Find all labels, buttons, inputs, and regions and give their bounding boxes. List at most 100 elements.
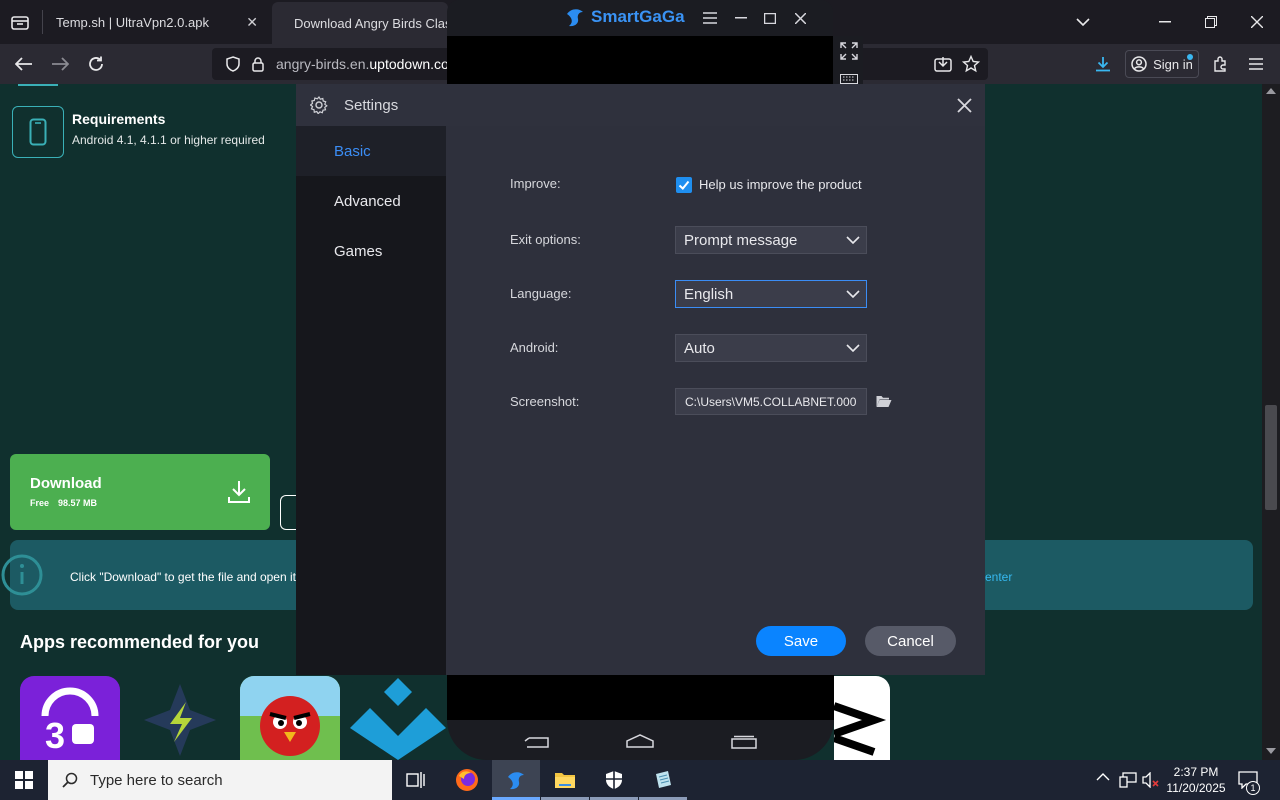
keyboard-icon[interactable] <box>840 74 858 84</box>
screenshot-path-value: C:\Users\VM5.COLLABNET.000 <box>685 394 857 409</box>
tab-games[interactable]: Games <box>296 226 446 276</box>
tab-temp-sh[interactable]: Temp.sh | UltraVpn2.0.apk ✕ <box>44 0 270 44</box>
clock-date: 11/20/2025 <box>1166 781 1226 795</box>
close-window-icon[interactable] <box>1242 7 1272 37</box>
emulator-screen-bottom[interactable] <box>447 675 834 720</box>
shield-icon[interactable] <box>226 56 240 72</box>
tab-title: Download Angry Birds Class <box>294 15 448 31</box>
tab-close-icon[interactable]: ✕ <box>246 14 258 31</box>
tab-title: Temp.sh | UltraVpn2.0.apk <box>56 14 209 30</box>
notification-dot-icon <box>1187 54 1193 60</box>
exit-options-select[interactable]: Prompt message <box>675 226 867 254</box>
fullscreen-icon[interactable] <box>840 42 858 60</box>
app-tile-video-call[interactable]: 3 <box>20 676 120 760</box>
smartgaga-bird-icon <box>565 6 585 28</box>
android-home-icon[interactable] <box>626 733 654 749</box>
svg-text:3: 3 <box>45 715 65 756</box>
smartgaga-maximize-icon[interactable] <box>755 3 785 33</box>
scrollbar-thumb[interactable] <box>1265 405 1277 510</box>
chevron-down-icon <box>846 236 860 244</box>
android-value: Auto <box>684 339 715 357</box>
tab-basic-label: Basic <box>334 142 371 160</box>
smartgaga-close-icon[interactable] <box>785 3 815 33</box>
chevron-down-icon <box>846 344 860 352</box>
folder-icon[interactable] <box>876 395 892 408</box>
android-back-icon[interactable] <box>523 735 551 749</box>
gear-icon <box>310 96 328 114</box>
divider <box>18 84 58 86</box>
app-tile-diamond[interactable] <box>350 676 447 760</box>
app-tile-angry-birds[interactable] <box>240 676 340 760</box>
info-icon <box>0 553 46 597</box>
show-hidden-icons-icon[interactable] <box>1096 773 1110 781</box>
windows-security-icon[interactable] <box>590 760 638 800</box>
account-icon <box>1131 56 1147 72</box>
screenshot-label: Screenshot: <box>510 394 580 409</box>
taskbar-search-input[interactable]: Type here to search <box>48 760 392 800</box>
url-text: angry-birds.en.uptodown.co <box>276 56 449 72</box>
app-tile-star[interactable] <box>130 676 230 760</box>
app-tile-capcut[interactable] <box>834 676 890 760</box>
downloads-icon[interactable] <box>1088 49 1118 79</box>
url-prefix: angry-birds.en. <box>276 56 370 72</box>
download-label: Download <box>30 475 102 492</box>
scroll-up-icon[interactable] <box>1266 88 1276 94</box>
smartgaga-logo: SmartGaGa <box>565 6 685 28</box>
improve-label: Improve: <box>510 176 561 191</box>
info-text: Click "Download" to get the file and ope… <box>70 570 296 584</box>
volume-muted-icon[interactable] <box>1142 772 1160 788</box>
extensions-icon[interactable] <box>1205 49 1235 79</box>
search-placeholder: Type here to search <box>90 771 223 789</box>
bookmark-star-icon[interactable] <box>956 49 986 79</box>
recommended-title: Apps recommended for you <box>20 632 260 652</box>
screenshot-path-input[interactable]: C:\Users\VM5.COLLABNET.000 <box>675 388 867 415</box>
start-button[interactable] <box>0 760 48 800</box>
improve-checkbox-label[interactable]: Help us improve the product <box>699 177 862 192</box>
tab-divider <box>42 10 43 34</box>
android-recents-icon[interactable] <box>730 735 758 749</box>
download-button[interactable]: Download Free 98.57 MB <box>10 454 270 530</box>
save-label: Save <box>783 632 819 650</box>
lock-icon[interactable] <box>252 56 264 72</box>
scroll-down-icon[interactable] <box>1266 748 1276 754</box>
tab-angry-birds[interactable]: Download Angry Birds Class <box>272 2 448 44</box>
android-select[interactable]: Auto <box>675 334 867 362</box>
tab-basic[interactable]: Basic <box>296 126 446 176</box>
tab-list-icon[interactable] <box>5 7 35 37</box>
language-label: Language: <box>510 286 572 301</box>
cancel-button[interactable]: Cancel <box>865 626 956 656</box>
notepad-app-icon[interactable] <box>639 760 687 800</box>
back-icon[interactable] <box>9 49 39 79</box>
android-label: Android: <box>510 340 559 355</box>
smartgaga-taskbar-icon[interactable] <box>492 760 540 800</box>
help-center-link[interactable]: enter <box>985 570 1012 584</box>
download-size: 98.57 MB <box>58 498 98 508</box>
settings-header: Settings <box>296 84 985 126</box>
emulator-screen[interactable] <box>447 36 833 86</box>
network-icon[interactable] <box>1119 772 1137 788</box>
clock-time: 2:37 PM <box>1173 765 1219 779</box>
smartgaga-minimize-icon[interactable] <box>726 3 756 33</box>
reload-icon[interactable] <box>81 49 111 79</box>
tab-advanced[interactable]: Advanced <box>296 176 446 226</box>
notification-badge: 1 <box>1246 781 1260 795</box>
smartgaga-menu-icon[interactable] <box>695 3 725 33</box>
settings-title: Settings <box>344 96 399 114</box>
forward-icon[interactable] <box>45 49 75 79</box>
firefox-icon[interactable] <box>443 760 491 800</box>
file-explorer-icon[interactable] <box>541 760 589 800</box>
minimize-icon[interactable] <box>1150 7 1180 37</box>
list-all-tabs-icon[interactable] <box>1068 7 1098 37</box>
requirements-title: Requirements <box>72 111 166 127</box>
taskbar-clock[interactable]: 2:37 PM 11/20/2025 <box>1166 764 1226 796</box>
settings-close-icon[interactable] <box>949 90 979 120</box>
save-button[interactable]: Save <box>756 626 846 656</box>
save-to-pocket-icon[interactable] <box>928 49 958 79</box>
download-icon <box>228 480 250 504</box>
improve-checkbox[interactable] <box>676 177 692 193</box>
search-icon <box>62 772 78 788</box>
language-select[interactable]: English <box>675 280 867 308</box>
app-menu-icon[interactable] <box>1241 49 1271 79</box>
task-view-icon[interactable] <box>392 760 440 800</box>
restore-icon[interactable] <box>1196 7 1226 37</box>
